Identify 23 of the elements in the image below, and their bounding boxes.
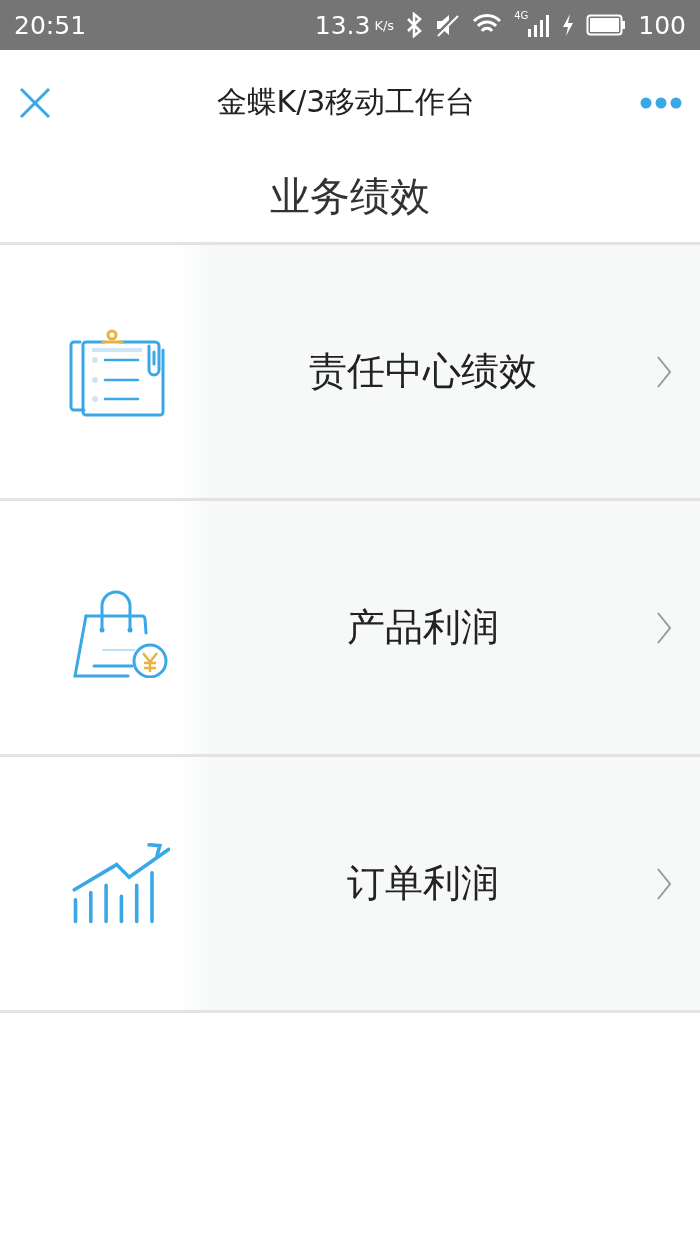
battery-level: 100	[638, 10, 686, 40]
network-type: 4G	[514, 10, 529, 21]
menu-item[interactable]: 订单利润	[0, 754, 700, 1013]
more-icon[interactable]	[640, 96, 682, 109]
chevron-icon	[656, 866, 672, 901]
close-icon[interactable]	[18, 85, 52, 120]
signal-icon	[528, 13, 551, 37]
menu-item[interactable]: 产品利润	[0, 498, 700, 754]
chevron-icon	[656, 610, 672, 645]
bluetooth-icon	[406, 12, 423, 38]
chevron-icon	[656, 354, 672, 389]
battery-icon	[586, 14, 627, 36]
menu-item-label: 订单利润	[346, 860, 500, 907]
menu-item-label: 责任中心绩效	[308, 348, 538, 395]
charging-icon	[562, 14, 575, 36]
app-title: 金蝶K/3移动工作台	[215, 83, 477, 121]
network-speed: 13.3	[314, 10, 371, 40]
clock: 20:51	[14, 10, 87, 40]
menu-item[interactable]: 责任中心绩效	[0, 242, 700, 498]
mute-icon	[434, 12, 461, 38]
menu-item-label: 产品利润	[346, 604, 500, 651]
page-title: 业务绩效	[269, 172, 431, 221]
speed-unit: K/s	[374, 17, 395, 33]
